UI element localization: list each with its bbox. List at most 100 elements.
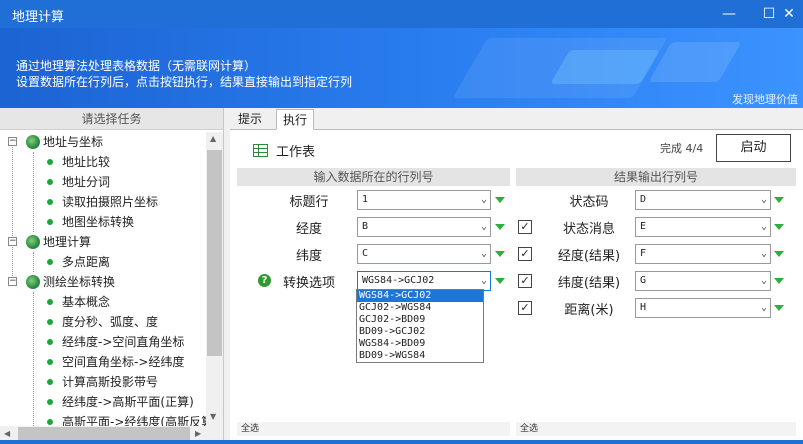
- output-row-status-message: ✓ 状态消息 E ⌄: [516, 214, 796, 240]
- select-value: C: [362, 248, 369, 259]
- scroll-thumb[interactable]: [207, 150, 222, 356]
- tab-hint[interactable]: 提示: [232, 109, 268, 130]
- dropdown-option[interactable]: BD09->GCJ02: [357, 326, 483, 338]
- tree-group-survey[interactable]: − 测绘坐标转换: [0, 272, 206, 292]
- bullet-icon: [47, 319, 53, 325]
- globe-icon: [26, 275, 40, 289]
- scroll-up-icon[interactable]: ▲: [210, 134, 216, 143]
- distance-column-select[interactable]: H ⌄: [635, 298, 771, 318]
- latitude-result-column-select[interactable]: G ⌄: [635, 271, 771, 291]
- input-label: 转换选项: [282, 276, 335, 291]
- select-value: WGS84->GCJ02: [362, 275, 435, 286]
- tree-item-label: 地址分词: [62, 175, 111, 189]
- globe-icon: [26, 135, 40, 149]
- collapse-icon[interactable]: −: [8, 137, 17, 146]
- green-arrow-icon[interactable]: [774, 224, 784, 230]
- input-select-all[interactable]: 全选: [237, 422, 510, 436]
- run-button[interactable]: 启动: [716, 134, 791, 162]
- bullet-icon: [47, 219, 53, 225]
- dropdown-option[interactable]: GCJ02->BD09: [357, 314, 483, 326]
- output-row-status-code: 状态码 D ⌄: [516, 187, 796, 213]
- output-row-distance: ✓ 距离(米) H ⌄: [516, 295, 796, 321]
- output-label: 距离(米): [564, 303, 614, 318]
- longitude-result-column-select[interactable]: F ⌄: [635, 244, 771, 264]
- green-arrow-icon[interactable]: [495, 278, 505, 284]
- dropdown-option[interactable]: BD09->WGS84: [357, 350, 483, 362]
- tree-item-label: 基本概念: [62, 295, 111, 309]
- tree-item[interactable]: 度分秒、弧度、度: [0, 312, 206, 332]
- output-row-longitude-result: ✓ 经度(结果) F ⌄: [516, 241, 796, 267]
- chevron-down-icon: ⌄: [760, 302, 767, 313]
- dropdown-option[interactable]: GCJ02->WGS84: [357, 302, 483, 314]
- tree-item[interactable]: 空间直角坐标->经纬度: [0, 352, 206, 372]
- output-label: 状态码: [569, 195, 609, 210]
- dropdown-option[interactable]: WGS84->GCJ02: [357, 290, 483, 302]
- green-arrow-icon[interactable]: [495, 251, 505, 257]
- tree-item[interactable]: 多点距离: [0, 252, 206, 272]
- tree-item[interactable]: 高斯平面->经纬度(高斯反算): [0, 412, 206, 426]
- tab-execute[interactable]: 执行: [276, 109, 315, 130]
- bullet-icon: [47, 339, 53, 345]
- tree-item-label: 地图坐标转换: [62, 215, 135, 229]
- collapse-icon[interactable]: −: [8, 237, 17, 246]
- dropdown-option[interactable]: WGS84->BD09: [357, 338, 483, 350]
- task-panel-header: 请选择任务: [0, 108, 223, 130]
- green-arrow-icon[interactable]: [495, 224, 505, 230]
- input-label: 纬度: [295, 249, 322, 264]
- select-value: E: [640, 221, 647, 232]
- conversion-option-dropdown[interactable]: WGS84->GCJ02 GCJ02->WGS84 GCJ02->BD09 BD…: [356, 289, 484, 363]
- conversion-option-select[interactable]: WGS84->GCJ02 ⌄: [357, 271, 491, 291]
- tree-item[interactable]: 地图坐标转换: [0, 212, 206, 232]
- green-arrow-icon[interactable]: [495, 197, 505, 203]
- tree-group-address[interactable]: − 地址与坐标: [0, 132, 206, 152]
- tree-item[interactable]: 读取拍摄照片坐标: [0, 192, 206, 212]
- tree-item-label: 读取拍摄照片坐标: [62, 195, 159, 209]
- tree-item[interactable]: 经纬度->高斯平面(正算): [0, 392, 206, 412]
- tree-group-label: 地址与坐标: [43, 135, 104, 149]
- longitude-column-select[interactable]: B ⌄: [357, 217, 491, 237]
- tree-item[interactable]: 基本概念: [0, 292, 206, 312]
- bullet-icon: [47, 199, 53, 205]
- output-select-all[interactable]: 全选: [516, 422, 796, 436]
- green-arrow-icon[interactable]: [774, 278, 784, 284]
- longitude-result-checkbox[interactable]: ✓: [518, 247, 532, 261]
- title-row-select[interactable]: 1 ⌄: [357, 190, 491, 210]
- bullet-icon: [47, 419, 53, 425]
- collapse-icon[interactable]: −: [8, 277, 17, 286]
- close-icon[interactable]: ✕: [779, 4, 799, 24]
- tree-item[interactable]: 经纬度->空间直角坐标: [0, 332, 206, 352]
- tree-item-label: 高斯平面->经纬度(高斯反算): [62, 415, 206, 426]
- minimize-icon[interactable]: —: [719, 4, 739, 24]
- check-icon: ✓: [520, 274, 530, 287]
- green-arrow-icon[interactable]: [774, 197, 784, 203]
- status-message-checkbox[interactable]: ✓: [518, 220, 532, 234]
- bullet-icon: [47, 179, 53, 185]
- distance-checkbox[interactable]: ✓: [518, 301, 532, 315]
- latitude-result-checkbox[interactable]: ✓: [518, 274, 532, 288]
- status-message-column-select[interactable]: E ⌄: [635, 217, 771, 237]
- tree-item[interactable]: 计算高斯投影带号: [0, 372, 206, 392]
- green-arrow-icon[interactable]: [774, 305, 784, 311]
- latitude-column-select[interactable]: C ⌄: [357, 244, 491, 264]
- vertical-scrollbar[interactable]: ▲ ▼: [206, 132, 223, 426]
- green-arrow-icon[interactable]: [774, 251, 784, 257]
- tree-item[interactable]: 地址分词: [0, 172, 206, 192]
- tree-group-geo-calc[interactable]: − 地理计算: [0, 232, 206, 252]
- tree-group-label: 测绘坐标转换: [43, 275, 116, 289]
- chevron-down-icon: ⌄: [760, 221, 767, 232]
- task-panel: 请选择任务 − 地址与坐标 地址比较 地址分词 读取拍摄照片坐标 地图坐标转换 …: [0, 108, 224, 444]
- maximize-icon[interactable]: ☐: [759, 4, 779, 24]
- status-code-column-select[interactable]: D ⌄: [635, 190, 771, 210]
- chevron-down-icon: ⌄: [480, 194, 487, 205]
- scroll-down-icon[interactable]: ▼: [210, 412, 216, 421]
- chevron-down-icon: ⌄: [480, 248, 487, 259]
- bullet-icon: [47, 299, 53, 305]
- scroll-right-icon[interactable]: ▶: [195, 429, 201, 438]
- chevron-down-icon: ⌄: [480, 275, 487, 286]
- select-value: D: [640, 194, 647, 205]
- banner-link[interactable]: 发现地理价值: [732, 91, 798, 107]
- tree-item-label: 地址比较: [62, 155, 111, 169]
- scroll-left-icon[interactable]: ◀: [4, 429, 10, 438]
- tree-item[interactable]: 地址比较: [0, 152, 206, 172]
- bullet-icon: [47, 379, 53, 385]
